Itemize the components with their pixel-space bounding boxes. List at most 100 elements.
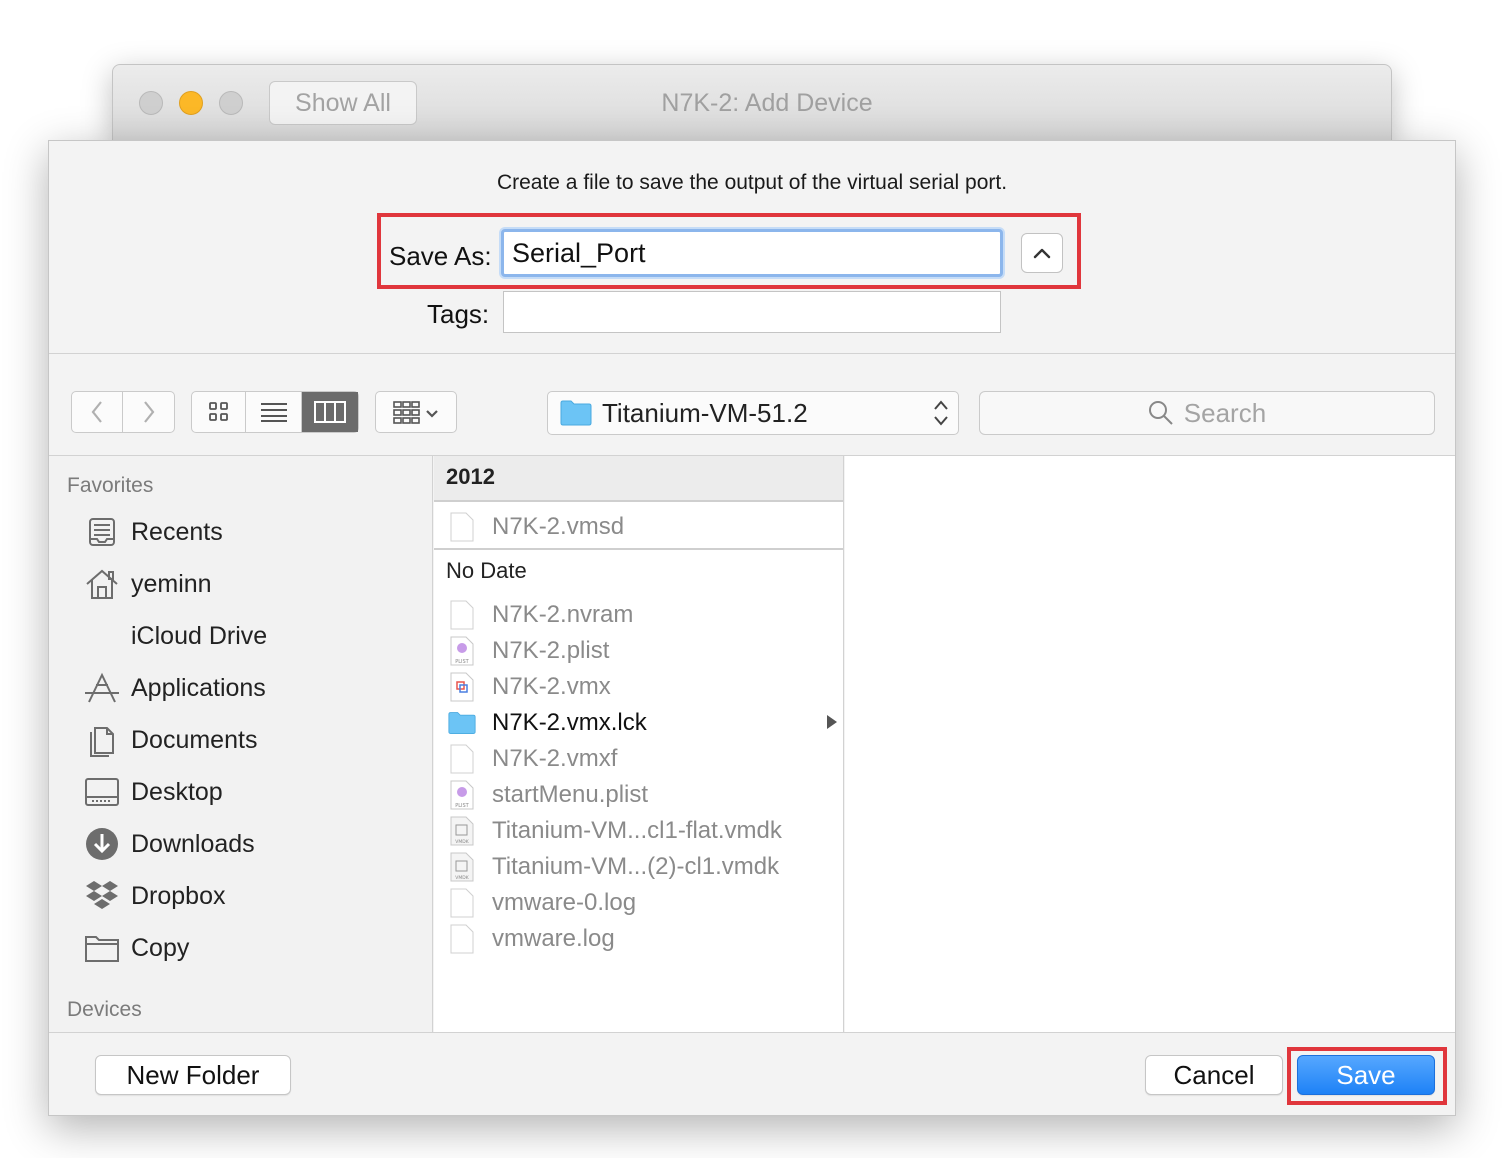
file-row[interactable]: PLIST N7K-2.plist	[448, 634, 843, 668]
sidebar-item-icloud-drive[interactable]: iCloud Drive	[83, 616, 267, 656]
blank-file-icon	[448, 924, 476, 954]
svg-text:VMDK: VMDK	[455, 839, 469, 845]
file-row[interactable]: vmware-0.log	[448, 886, 843, 920]
search-placeholder: Search	[1183, 397, 1267, 428]
vmdk-file-icon: VMDK	[448, 852, 476, 882]
sidebar-item-recents[interactable]: Recents	[83, 512, 223, 552]
svg-text:VMDK: VMDK	[455, 875, 469, 881]
file-row[interactable]: VMDK Titanium-VM...cl1-flat.vmdk	[448, 814, 843, 848]
sidebar-item-label: iCloud Drive	[131, 621, 268, 650]
group-by-button[interactable]	[375, 391, 457, 433]
file-name: vmware.log	[492, 925, 615, 952]
icon-view-icon	[208, 402, 228, 421]
blank-file-icon	[448, 512, 476, 542]
file-row[interactable]: N7K-2.nvram	[448, 598, 843, 632]
folder-icon	[560, 400, 592, 426]
sidebar-item-desktop[interactable]: Desktop	[83, 772, 223, 812]
sidebar-item-label: Dropbox	[131, 881, 226, 910]
column-view-button[interactable]	[302, 392, 358, 432]
file-name: startMenu.plist	[492, 781, 649, 808]
sidebar-item-label: yeminn	[131, 569, 212, 598]
folder-icon	[83, 930, 121, 966]
file-row[interactable]: vmware.log	[448, 922, 843, 956]
file-row[interactable]: N7K-2.vmsd	[448, 510, 843, 544]
toolbar-divider	[49, 353, 1455, 354]
plist-file-icon: PLIST	[448, 636, 476, 666]
save-button-highlight-box	[1287, 1047, 1447, 1105]
list-view-button[interactable]	[246, 392, 302, 432]
group-by-icon	[393, 401, 438, 424]
file-row[interactable]: N7K-2.vmxf	[448, 742, 843, 776]
window-title: N7K-2: Add Device	[661, 89, 873, 117]
blank-file-icon	[448, 744, 476, 774]
blank-file-icon	[448, 888, 476, 918]
file-row[interactable]: PLIST startMenu.plist	[448, 778, 843, 812]
file-name: N7K-2.vmx.lck	[492, 709, 647, 736]
cancel-button[interactable]: Cancel	[1145, 1055, 1283, 1095]
file-column: 2012 N7K-2.vmsd No Date N7K-2.nvram PLIS…	[434, 456, 844, 1032]
sidebar-item-applications[interactable]: Applications	[83, 668, 266, 708]
home-icon	[83, 566, 121, 602]
location-label: Titanium-VM-51.2	[602, 397, 808, 428]
sidebar-item-downloads[interactable]: Downloads	[83, 824, 255, 864]
sidebar-section-favorites: Favorites	[67, 474, 154, 497]
file-name: Titanium-VM...(2)-cl1.vmdk	[492, 853, 780, 880]
chevron-left-icon	[91, 401, 102, 423]
blank-file-icon	[448, 600, 476, 630]
new-folder-button[interactable]: New Folder	[95, 1055, 291, 1095]
svg-text:PLIST: PLIST	[455, 659, 469, 665]
list-view-icon	[260, 403, 287, 422]
downloads-icon	[83, 826, 121, 862]
desktop-icon	[83, 774, 121, 810]
column-view-icon	[314, 401, 346, 423]
file-name: N7K-2.vmxf	[492, 745, 618, 772]
icon-view-button[interactable]	[192, 392, 246, 432]
sidebar-item-label: Applications	[131, 673, 266, 702]
file-name: N7K-2.vmsd	[492, 513, 625, 540]
file-row[interactable]: VMDK Titanium-VM...(2)-cl1.vmdk	[448, 850, 843, 884]
sidebar-item-documents[interactable]: Documents	[83, 720, 257, 760]
applications-icon	[83, 670, 121, 706]
forward-button[interactable]	[123, 392, 174, 432]
location-popup[interactable]: Titanium-VM-51.2	[547, 391, 959, 435]
view-mode-buttons	[191, 391, 359, 433]
plist-file-icon: PLIST	[448, 780, 476, 810]
group-header-no-date: No Date	[434, 548, 843, 592]
file-name: vmware-0.log	[492, 889, 637, 916]
file-row-selected-folder[interactable]: N7K-2.vmx.lck	[448, 706, 843, 740]
background-window: Show All N7K-2: Add Device	[112, 64, 1392, 144]
tags-input[interactable]	[503, 291, 1001, 333]
search-icon	[1148, 401, 1173, 425]
sidebar-section-devices: Devices	[67, 998, 142, 1021]
sidebar-item-copy[interactable]: Copy	[83, 928, 189, 968]
icloud-icon	[83, 618, 121, 654]
chevron-right-icon	[143, 401, 154, 423]
empty-column	[845, 456, 1455, 1032]
sidebar-item-dropbox[interactable]: Dropbox	[83, 876, 226, 916]
documents-icon	[83, 722, 121, 758]
sidebar: Favorites Recents yeminn iCloud Drive Ap…	[49, 456, 433, 1032]
file-name: Titanium-VM...cl1-flat.vmdk	[492, 817, 782, 844]
disclosure-arrow-icon	[827, 715, 837, 729]
search-field[interactable]: Search	[979, 391, 1435, 435]
file-name: N7K-2.plist	[492, 637, 610, 664]
recents-icon	[83, 514, 121, 550]
sidebar-item-yeminn[interactable]: yeminn	[83, 564, 212, 604]
dropbox-icon	[83, 878, 121, 914]
group-by-segment[interactable]	[376, 392, 456, 432]
file-row[interactable]: N7K-2.vmx	[448, 670, 843, 704]
sidebar-item-label: Documents	[131, 725, 258, 754]
updown-chevron-icon	[934, 400, 948, 426]
sidebar-item-label: Copy	[131, 933, 190, 962]
sidebar-item-label: Downloads	[131, 829, 255, 858]
dialog-prompt: Create a file to save the output of the …	[496, 171, 1008, 194]
vmx-file-icon	[448, 672, 476, 702]
svg-text:PLIST: PLIST	[455, 803, 469, 809]
back-button[interactable]	[72, 392, 124, 432]
nav-buttons	[71, 391, 175, 433]
sidebar-item-label: Recents	[131, 517, 223, 546]
vmdk-file-icon: VMDK	[448, 816, 476, 846]
file-name: N7K-2.vmx	[492, 673, 611, 700]
tags-label: Tags:	[427, 299, 490, 329]
file-name: N7K-2.nvram	[492, 601, 634, 628]
